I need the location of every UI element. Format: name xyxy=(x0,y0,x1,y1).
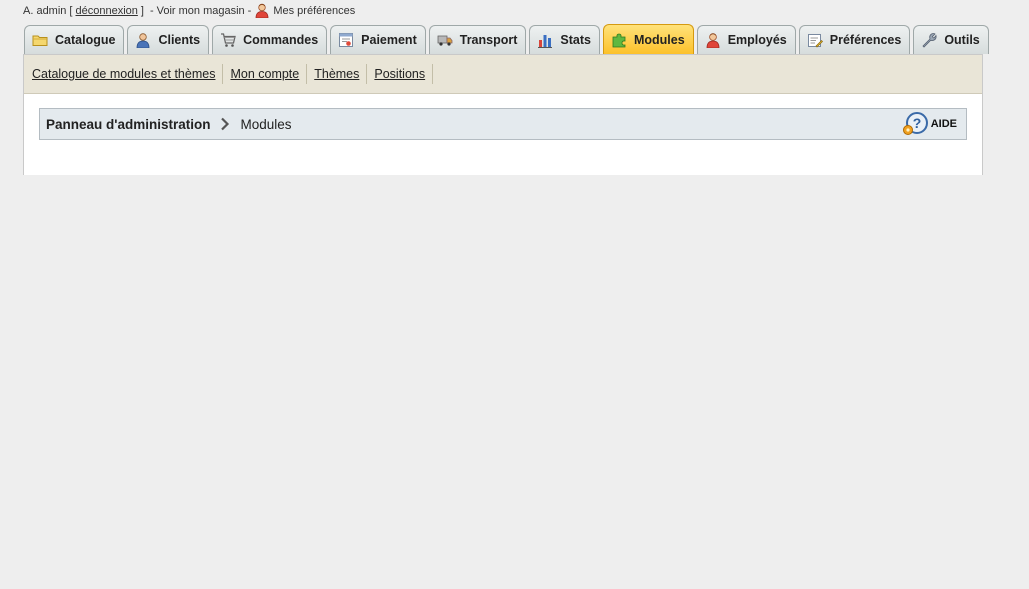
bracket-open: [ xyxy=(69,4,73,17)
logout-link[interactable]: déconnexion xyxy=(75,5,137,17)
chart-icon xyxy=(537,32,553,48)
wrench-icon xyxy=(921,32,937,48)
tab-catalogue[interactable]: Catalogue xyxy=(24,25,125,54)
truck-icon xyxy=(437,32,453,48)
sub-navigation: Catalogue de modules et thèmes Mon compt… xyxy=(24,55,982,94)
employee-icon xyxy=(255,3,269,19)
tab-paiement[interactable]: Paiement xyxy=(330,25,426,54)
tab-clients[interactable]: Clients xyxy=(127,25,210,54)
svg-text:?: ? xyxy=(912,115,921,131)
user-icon xyxy=(135,32,151,49)
cart-icon xyxy=(220,32,236,48)
user-name: A. admin xyxy=(23,4,67,17)
chevron-right-icon xyxy=(220,117,230,131)
my-preferences-link[interactable]: Mes préférences xyxy=(273,5,355,17)
separator-dash: - xyxy=(149,4,154,17)
tab-preferences[interactable]: Préférences xyxy=(798,25,911,54)
payment-icon xyxy=(338,32,354,48)
subnav-item-positions[interactable]: Positions xyxy=(374,64,434,84)
employee-icon xyxy=(705,32,721,49)
view-shop-link[interactable]: Voir mon magasin xyxy=(157,5,245,17)
breadcrumb-current: Modules xyxy=(240,116,292,132)
subnav-item-themes[interactable]: Thèmes xyxy=(314,64,368,84)
folder-icon xyxy=(32,32,48,48)
tab-transport[interactable]: Transport xyxy=(428,25,527,54)
preferences-icon xyxy=(807,32,823,48)
tab-employes[interactable]: Employés xyxy=(696,25,796,54)
tab-stats[interactable]: Stats xyxy=(529,25,600,54)
separator-dash: - xyxy=(247,4,252,17)
breadcrumb: Panneau d'administration Modules ? AIDE xyxy=(39,108,967,140)
content-panel: Catalogue de modules et thèmes Mon compt… xyxy=(23,54,983,175)
help-label: AIDE xyxy=(930,118,957,130)
subnav-item-catalogue-modules-themes[interactable]: Catalogue de modules et thèmes xyxy=(32,64,224,84)
breadcrumb-root[interactable]: Panneau d'administration xyxy=(46,117,211,132)
tab-modules[interactable]: Modules xyxy=(602,24,694,54)
main-tabs: Catalogue Clients Commandes Paiement Tra… xyxy=(24,24,989,54)
bracket-close: ] xyxy=(140,4,144,17)
help-button[interactable]: ? AIDE xyxy=(902,112,957,136)
help-icon: ? xyxy=(902,112,928,135)
puzzle-icon xyxy=(611,32,627,48)
subnav-item-mon-compte[interactable]: Mon compte xyxy=(230,64,308,84)
top-bar: A. admin [ déconnexion ] - Voir mon maga… xyxy=(23,3,355,19)
tab-commandes[interactable]: Commandes xyxy=(212,25,328,54)
tab-outils[interactable]: Outils xyxy=(913,25,989,54)
